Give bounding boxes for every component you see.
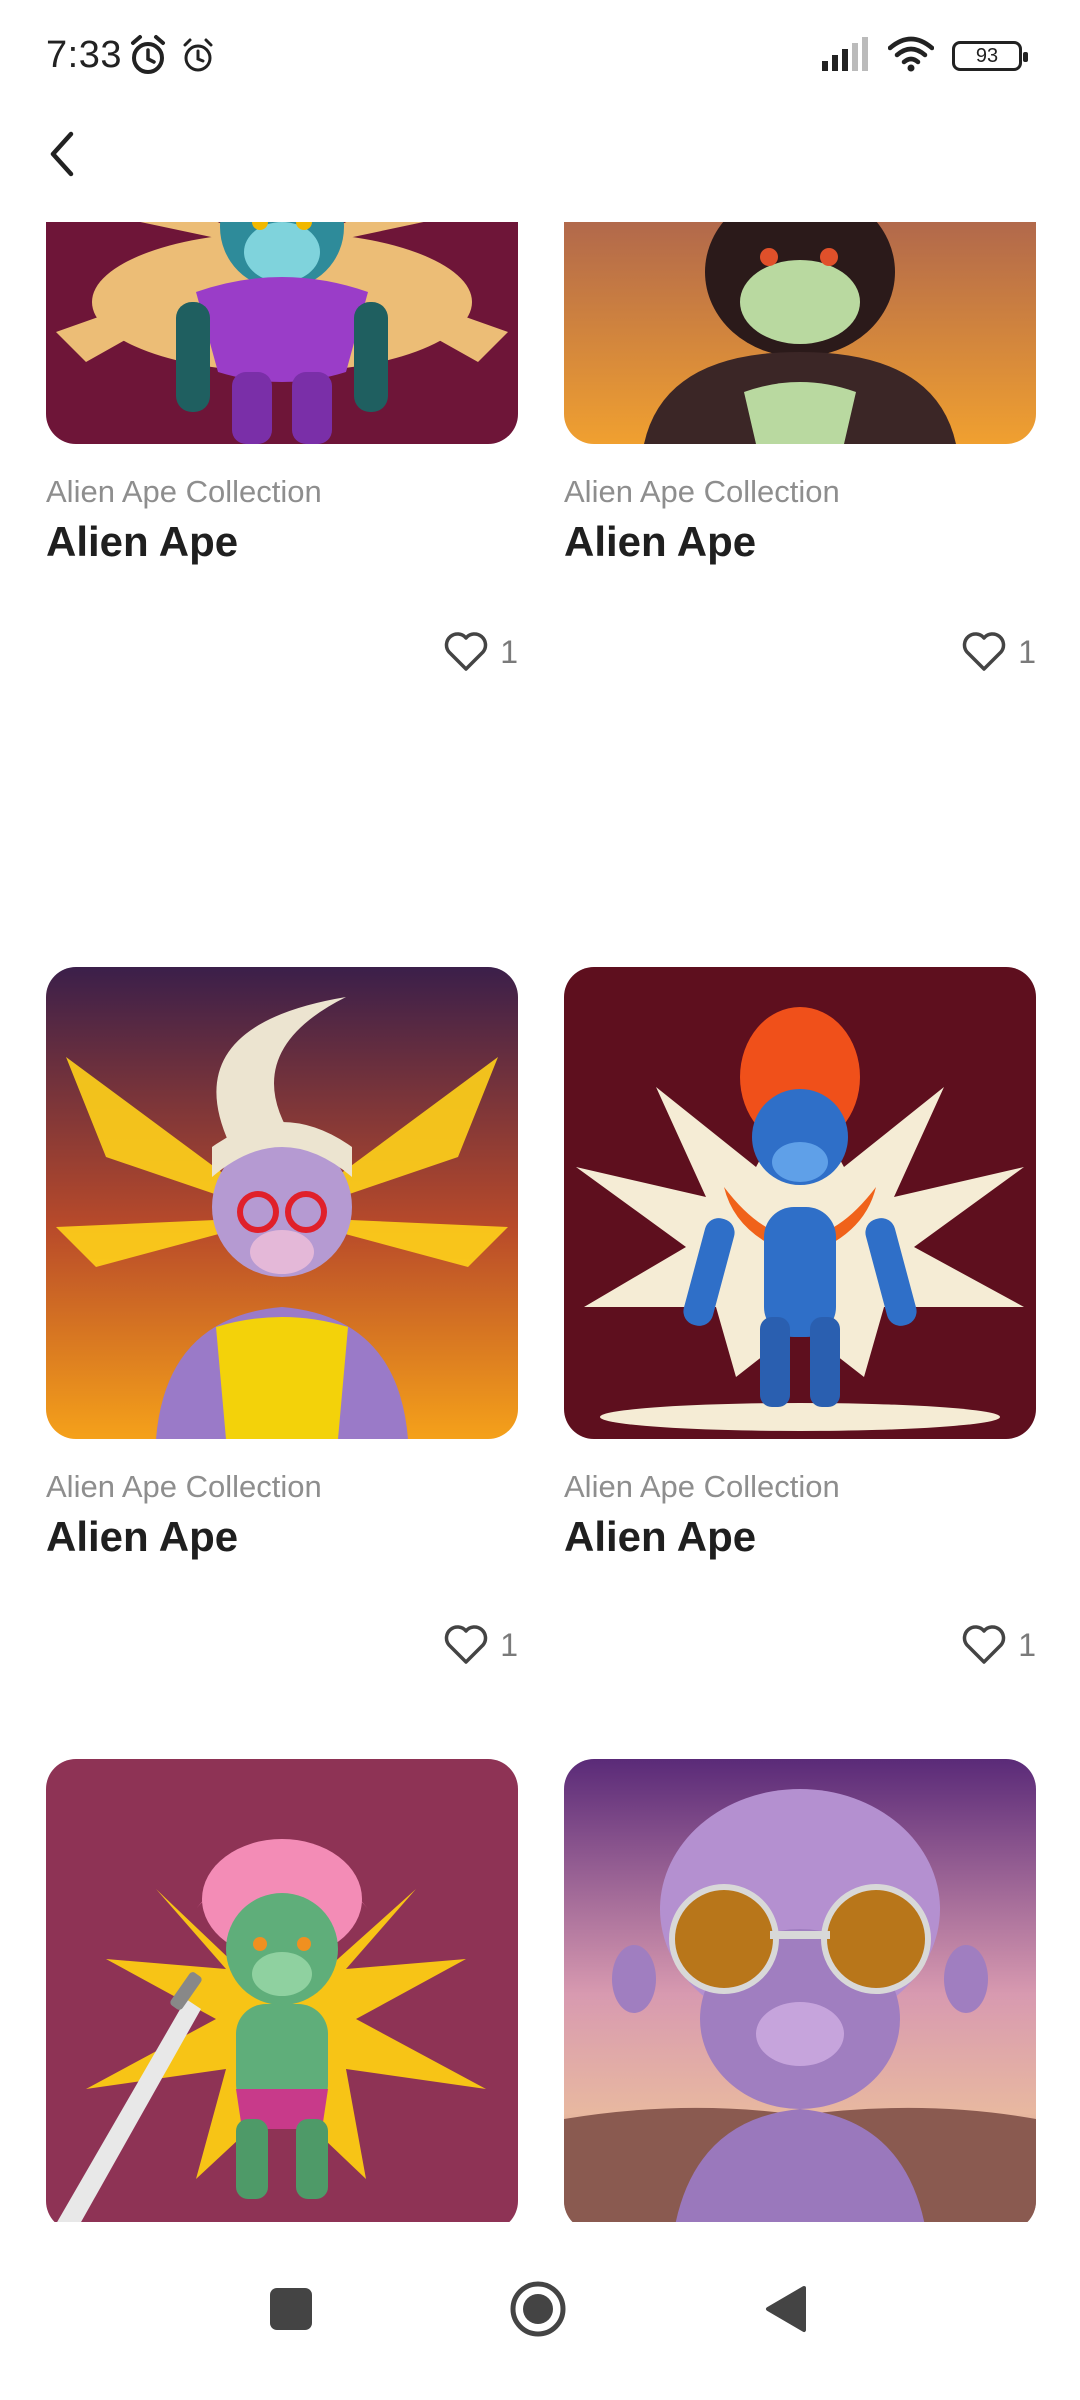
- like-count: 1: [1018, 633, 1036, 670]
- chevron-left-icon: [50, 131, 74, 177]
- heart-icon: [962, 632, 1006, 671]
- collection-name: Alien Ape Collection: [46, 474, 322, 509]
- like-count: 1: [1018, 1626, 1036, 1663]
- nft-card[interactable]: Alien Ape Collection Alien Ape 1: [46, 967, 518, 1664]
- alarm-icon: [180, 34, 216, 83]
- heart-icon: [444, 632, 488, 671]
- nft-card[interactable]: [564, 1759, 1036, 2222]
- battery-level: 93: [975, 44, 999, 67]
- home-button[interactable]: [503, 2274, 573, 2344]
- collection-name: Alien Ape Collection: [46, 1469, 322, 1504]
- system-nav-bar: [0, 2222, 1080, 2400]
- status-icons: 93: [820, 34, 1028, 78]
- like-button[interactable]: 1: [962, 632, 1036, 672]
- heart-icon: [444, 1625, 488, 1664]
- nft-image-ape-pink-hair[interactable]: [46, 1759, 518, 2222]
- collection-name: Alien Ape Collection: [564, 1469, 840, 1504]
- back-button[interactable]: [34, 126, 90, 182]
- like-button[interactable]: 1: [444, 632, 518, 672]
- like-count: 1: [500, 1626, 518, 1663]
- battery-icon: 93: [952, 41, 1028, 71]
- nft-title: Alien Ape: [46, 1513, 239, 1560]
- home-icon: [510, 2281, 566, 2337]
- nft-card[interactable]: Alien Ape Collection Alien Ape 1: [564, 222, 1036, 671]
- back-nav-button[interactable]: [750, 2274, 820, 2344]
- nft-title: Alien Ape: [564, 518, 757, 565]
- nft-title: Alien Ape: [46, 518, 239, 565]
- nft-title: Alien Ape: [564, 1513, 757, 1560]
- nft-card[interactable]: [46, 1759, 518, 2222]
- nft-image-ape-red-hair[interactable]: [46, 222, 518, 444]
- nft-card[interactable]: Alien Ape Collection Alien Ape 1: [46, 222, 518, 671]
- recent-apps-button[interactable]: [256, 2274, 326, 2344]
- back-icon: [766, 2286, 806, 2332]
- recent-apps-icon: [270, 2288, 312, 2330]
- like-count: 1: [500, 633, 518, 670]
- like-button[interactable]: 1: [444, 1625, 518, 1665]
- nft-image-ape-orange-hair[interactable]: [564, 967, 1036, 1439]
- signal-icon: [820, 36, 870, 76]
- nft-grid: Alien Ape Collection Alien Ape 1 Alien A…: [0, 222, 1080, 2222]
- heart-icon: [962, 1625, 1006, 1664]
- nft-image-ape-white-hair[interactable]: [46, 967, 518, 1439]
- collection-name: Alien Ape Collection: [564, 474, 840, 509]
- alarm-clock-icon: [128, 34, 168, 83]
- nft-image-ape-dark-hair[interactable]: [564, 222, 1036, 444]
- status-bar: 7:33 93: [0, 0, 1080, 110]
- nft-card[interactable]: Alien Ape Collection Alien Ape 1: [564, 967, 1036, 1664]
- status-time: 7:33: [46, 34, 122, 76]
- nft-image-ape-sunglasses[interactable]: [564, 1759, 1036, 2222]
- like-button[interactable]: 1: [962, 1625, 1036, 1665]
- wifi-icon: [887, 36, 935, 77]
